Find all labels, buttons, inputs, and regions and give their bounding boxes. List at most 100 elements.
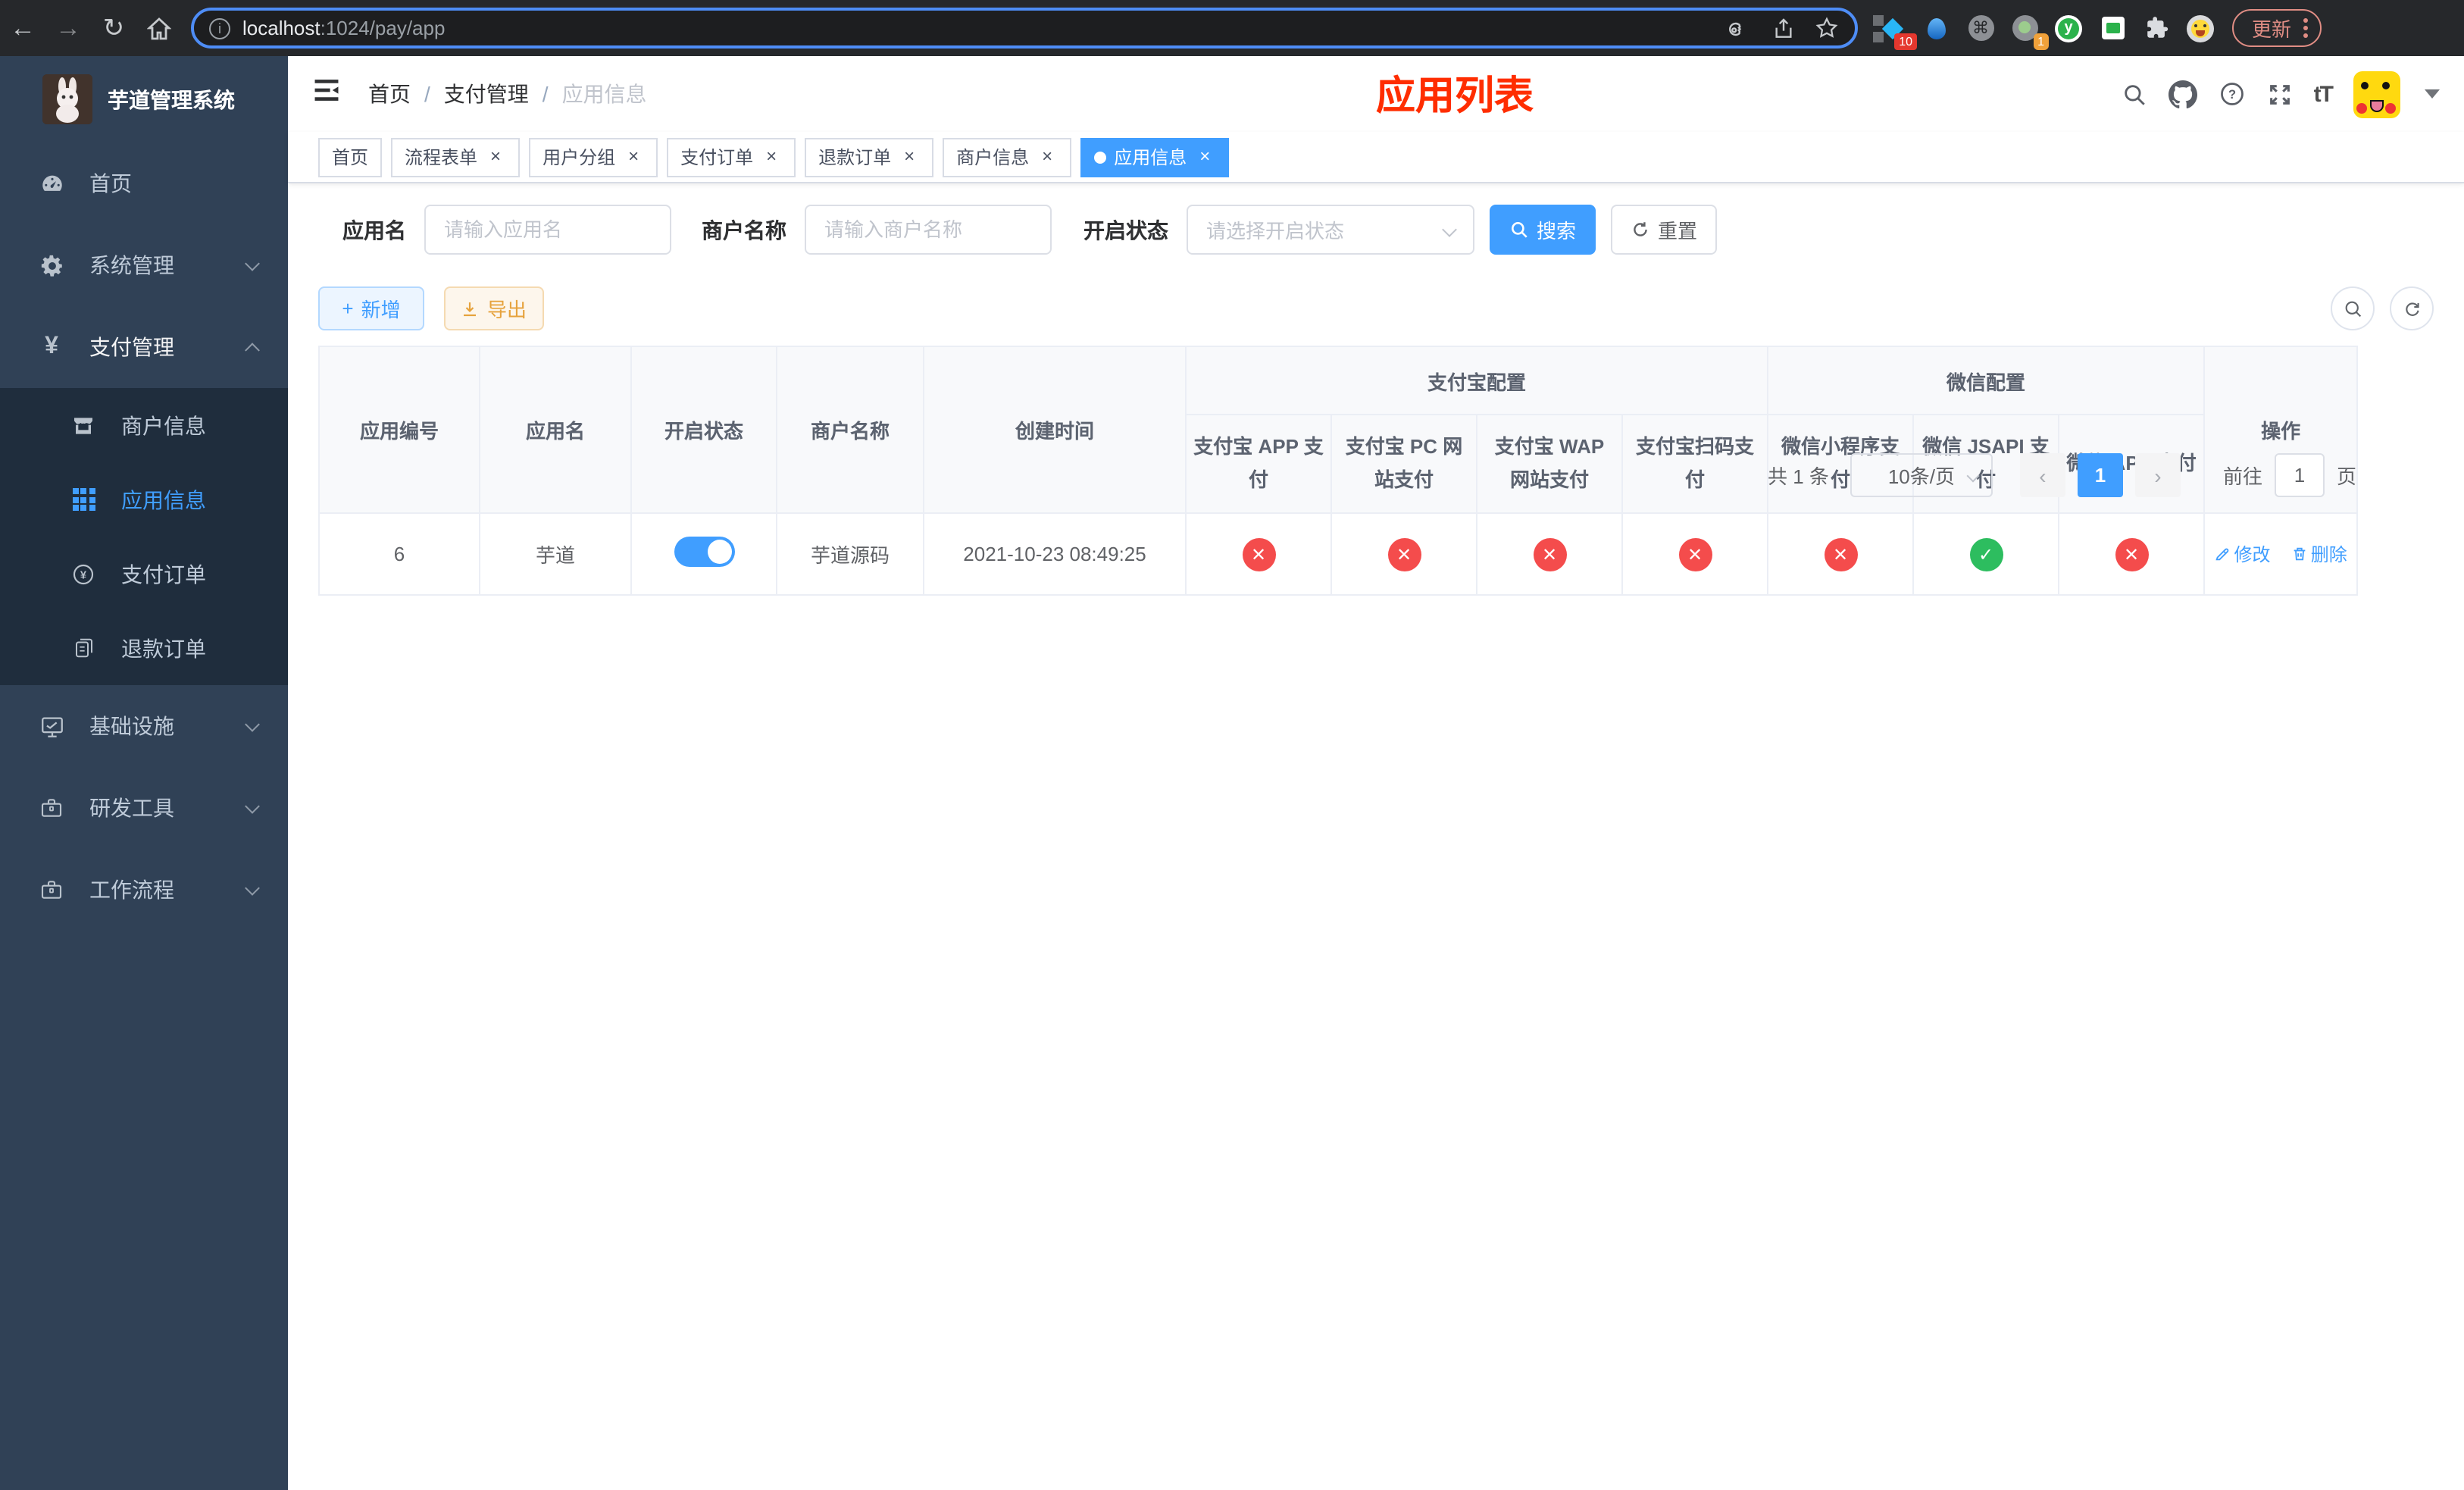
tab-app-info[interactable]: 应用信息 × <box>1080 137 1230 177</box>
sidebar-item-system[interactable]: 系统管理 <box>0 224 288 306</box>
browser-home-icon[interactable] <box>136 16 182 40</box>
search-icon[interactable] <box>2122 81 2147 107</box>
tab-pay-order[interactable]: 支付订单 × <box>667 137 796 177</box>
close-icon[interactable]: × <box>1037 146 1058 167</box>
disabled-cross-icon: ✕ <box>1242 537 1275 571</box>
page-1-button[interactable]: 1 <box>2077 453 2123 497</box>
tab-merchant-info[interactable]: 商户信息 × <box>943 137 1072 177</box>
app-name-label: 应用名 <box>342 218 406 242</box>
extensions-puzzle-icon[interactable] <box>2143 14 2170 42</box>
site-info-icon[interactable]: i <box>209 17 230 39</box>
tab-refund-order[interactable]: 退款订单 × <box>805 137 934 177</box>
sidebar-item-merchant-info[interactable]: 商户信息 <box>0 388 288 462</box>
bookmark-star-icon[interactable] <box>1814 15 1840 41</box>
browser-menu-icon[interactable] <box>2303 18 2309 38</box>
tab-home[interactable]: 首页 <box>318 137 383 177</box>
password-key-icon[interactable] <box>1726 14 1753 42</box>
prev-page-button[interactable]: ‹ <box>2019 453 2065 497</box>
browser-reload-icon[interactable]: ↻ <box>91 13 136 43</box>
close-icon[interactable]: × <box>623 146 644 167</box>
next-page-button[interactable]: › <box>2134 453 2181 497</box>
col-header-merchant: 商户名称 <box>776 346 924 514</box>
breadcrumb-current: 应用信息 <box>561 82 647 106</box>
profile-avatar-icon[interactable] <box>2187 14 2214 42</box>
sidebar-item-label: 研发工具 <box>89 796 174 820</box>
sidebar-item-dev-tools[interactable]: 研发工具 <box>0 767 288 849</box>
add-button[interactable]: + 新增 <box>318 286 424 330</box>
toolbox-icon <box>35 796 68 820</box>
sidebar-item-label: 应用信息 <box>121 487 206 512</box>
status-select[interactable]: 请选择开启状态 <box>1187 205 1474 255</box>
top-navbar: 首页 / 支付管理 / 应用信息 应用列表 ? tT <box>288 56 2464 132</box>
cell-alipay-wap-status: ✕ <box>1476 512 1623 596</box>
breadcrumb-home[interactable]: 首页 <box>368 79 411 109</box>
export-button[interactable]: 导出 <box>444 286 544 330</box>
edit-link[interactable]: 修改 <box>2214 541 2270 567</box>
delete-link[interactable]: 删除 <box>2291 541 2347 567</box>
pagination: 共 1 条 10条/页 ‹ 1 › 前往 页 <box>1768 453 2356 497</box>
refresh-table-button[interactable] <box>2390 286 2434 330</box>
page-size-select[interactable]: 10条/页 <box>1850 453 1993 497</box>
app-name-input[interactable] <box>424 205 671 255</box>
browser-forward-icon[interactable]: → <box>45 13 91 43</box>
cell-wx-app-status: ✕ <box>2058 512 2206 596</box>
tags-view-bar: 首页 流程表单 × 用户分组 × 支付订单 × 退款订单 × 商户信息 × 应用信息 × <box>288 132 2464 183</box>
help-icon[interactable]: ? <box>2219 80 2246 108</box>
pinned-extension-icon[interactable]: 10 <box>1873 14 1917 49</box>
col-header-status: 开启状态 <box>630 346 777 514</box>
toggle-search-button[interactable] <box>2331 286 2375 330</box>
sidebar-item-payment[interactable]: ¥ 支付管理 <box>0 306 288 388</box>
goto-page-input[interactable] <box>2274 453 2325 497</box>
user-avatar[interactable] <box>2353 70 2400 117</box>
close-icon[interactable]: × <box>485 146 506 167</box>
total-count: 共 1 条 <box>1768 465 1829 488</box>
col-header-id: 应用编号 <box>318 346 480 514</box>
sidebar-item-refund-order[interactable]: 退款订单 <box>0 611 288 685</box>
balloon-extension-icon[interactable] <box>1923 14 1950 42</box>
search-button[interactable]: 搜索 <box>1490 205 1596 255</box>
reset-button[interactable]: 重置 <box>1611 205 1717 255</box>
extension-badge: 1 <box>2033 33 2049 49</box>
refresh-icon <box>1634 222 1647 236</box>
github-icon[interactable] <box>2168 80 2197 108</box>
yuque-extension-icon[interactable]: y <box>2055 14 2082 42</box>
command-extension-icon[interactable]: ⌘ <box>1967 14 1994 42</box>
table-row: 6 芋道 芋道源码 2021-10-23 08:49:25 ✕ ✕ ✕ ✕ ✕ … <box>318 512 2359 596</box>
address-bar[interactable]: i localhost:1024/pay/app <box>191 8 1858 49</box>
sidebar-item-pay-order[interactable]: ¥ 支付订单 <box>0 537 288 611</box>
refresh-icon <box>2405 302 2419 315</box>
browser-back-icon[interactable]: ← <box>0 13 45 43</box>
chevron-up-icon <box>245 343 260 358</box>
breadcrumb-payment[interactable]: 支付管理 <box>444 79 529 109</box>
sidebar-collapse-icon[interactable] <box>312 77 341 111</box>
tab-process-form[interactable]: 流程表单 × <box>391 137 521 177</box>
tab-user-group[interactable]: 用户分组 × <box>529 137 658 177</box>
group-header-wechat: 微信配置 <box>1767 346 2206 415</box>
user-menu-caret-icon[interactable] <box>2425 89 2440 99</box>
close-icon[interactable]: × <box>1194 146 1215 167</box>
cell-alipay-app-status: ✕ <box>1185 512 1332 596</box>
cell-app-name: 芋道 <box>479 512 632 596</box>
sidebar-item-home[interactable]: 首页 <box>0 142 288 224</box>
chat-extension-icon[interactable] <box>2099 14 2126 42</box>
browser-update-button[interactable]: 更新 <box>2232 9 2322 47</box>
logo-rabbit-image <box>42 74 92 124</box>
sidebar-item-infrastructure[interactable]: 基础设施 <box>0 685 288 767</box>
svg-text:?: ? <box>2228 88 2236 102</box>
close-icon[interactable]: × <box>899 146 920 167</box>
status-toggle[interactable] <box>674 537 734 567</box>
browser-chrome: ← → ↻ i localhost:1024/pay/app 10 ⌘ 1 y <box>0 0 2464 56</box>
close-icon[interactable]: × <box>761 146 782 167</box>
font-size-icon[interactable]: tT <box>2314 81 2334 107</box>
fullscreen-icon[interactable] <box>2267 81 2293 107</box>
payment-submenu: 商户信息 应用信息 ¥ 支付订单 退款订单 <box>0 388 288 685</box>
sidebar-item-workflow[interactable]: 工作流程 <box>0 849 288 931</box>
share-icon[interactable] <box>1771 16 1796 40</box>
merchant-name-input[interactable] <box>805 205 1052 255</box>
trash-icon <box>2294 547 2306 561</box>
app-logo[interactable]: 芋道管理系统 <box>0 56 288 142</box>
sidebar-item-app-info[interactable]: 应用信息 <box>0 462 288 537</box>
proxy-extension-icon[interactable]: 1 <box>2011 14 2049 49</box>
cell-status <box>630 512 777 596</box>
col-header-alipay-app: 支付宝 APP 支付 <box>1185 414 1332 514</box>
